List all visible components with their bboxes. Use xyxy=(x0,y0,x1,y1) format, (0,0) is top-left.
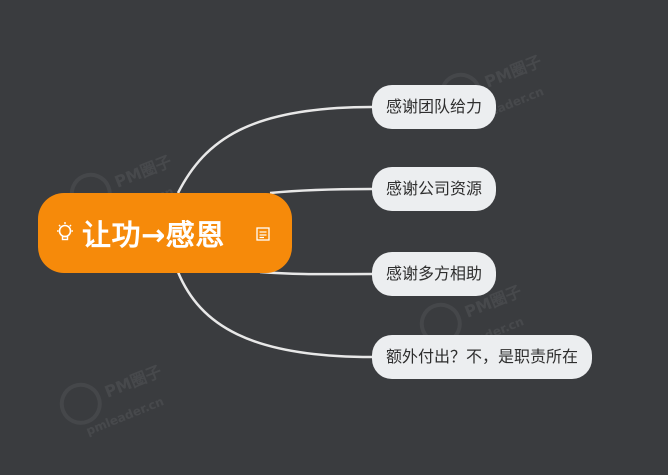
connector-1 xyxy=(176,105,373,194)
connector-3 xyxy=(259,270,373,276)
subtopic-node[interactable]: 感谢团队给力 xyxy=(372,85,497,129)
root-topic-label: 让功→感恩 xyxy=(82,218,225,252)
subtopic-node[interactable]: 感谢多方相助 xyxy=(372,252,497,296)
subtopic-node[interactable]: 额外付出？不，是职责所在 xyxy=(372,335,593,379)
connector-4 xyxy=(176,271,373,359)
connector-2 xyxy=(269,187,373,195)
subtopic-node[interactable]: 感谢公司资源 xyxy=(372,167,497,211)
root-topic[interactable]: 让功→感恩 xyxy=(38,193,292,273)
note-icon[interactable] xyxy=(256,227,270,241)
mindmap-canvas: PM圈子 pmleader.cn PM圈子 pmleader.cn PM圈子 p… xyxy=(0,0,668,475)
bulb-icon xyxy=(57,222,73,241)
